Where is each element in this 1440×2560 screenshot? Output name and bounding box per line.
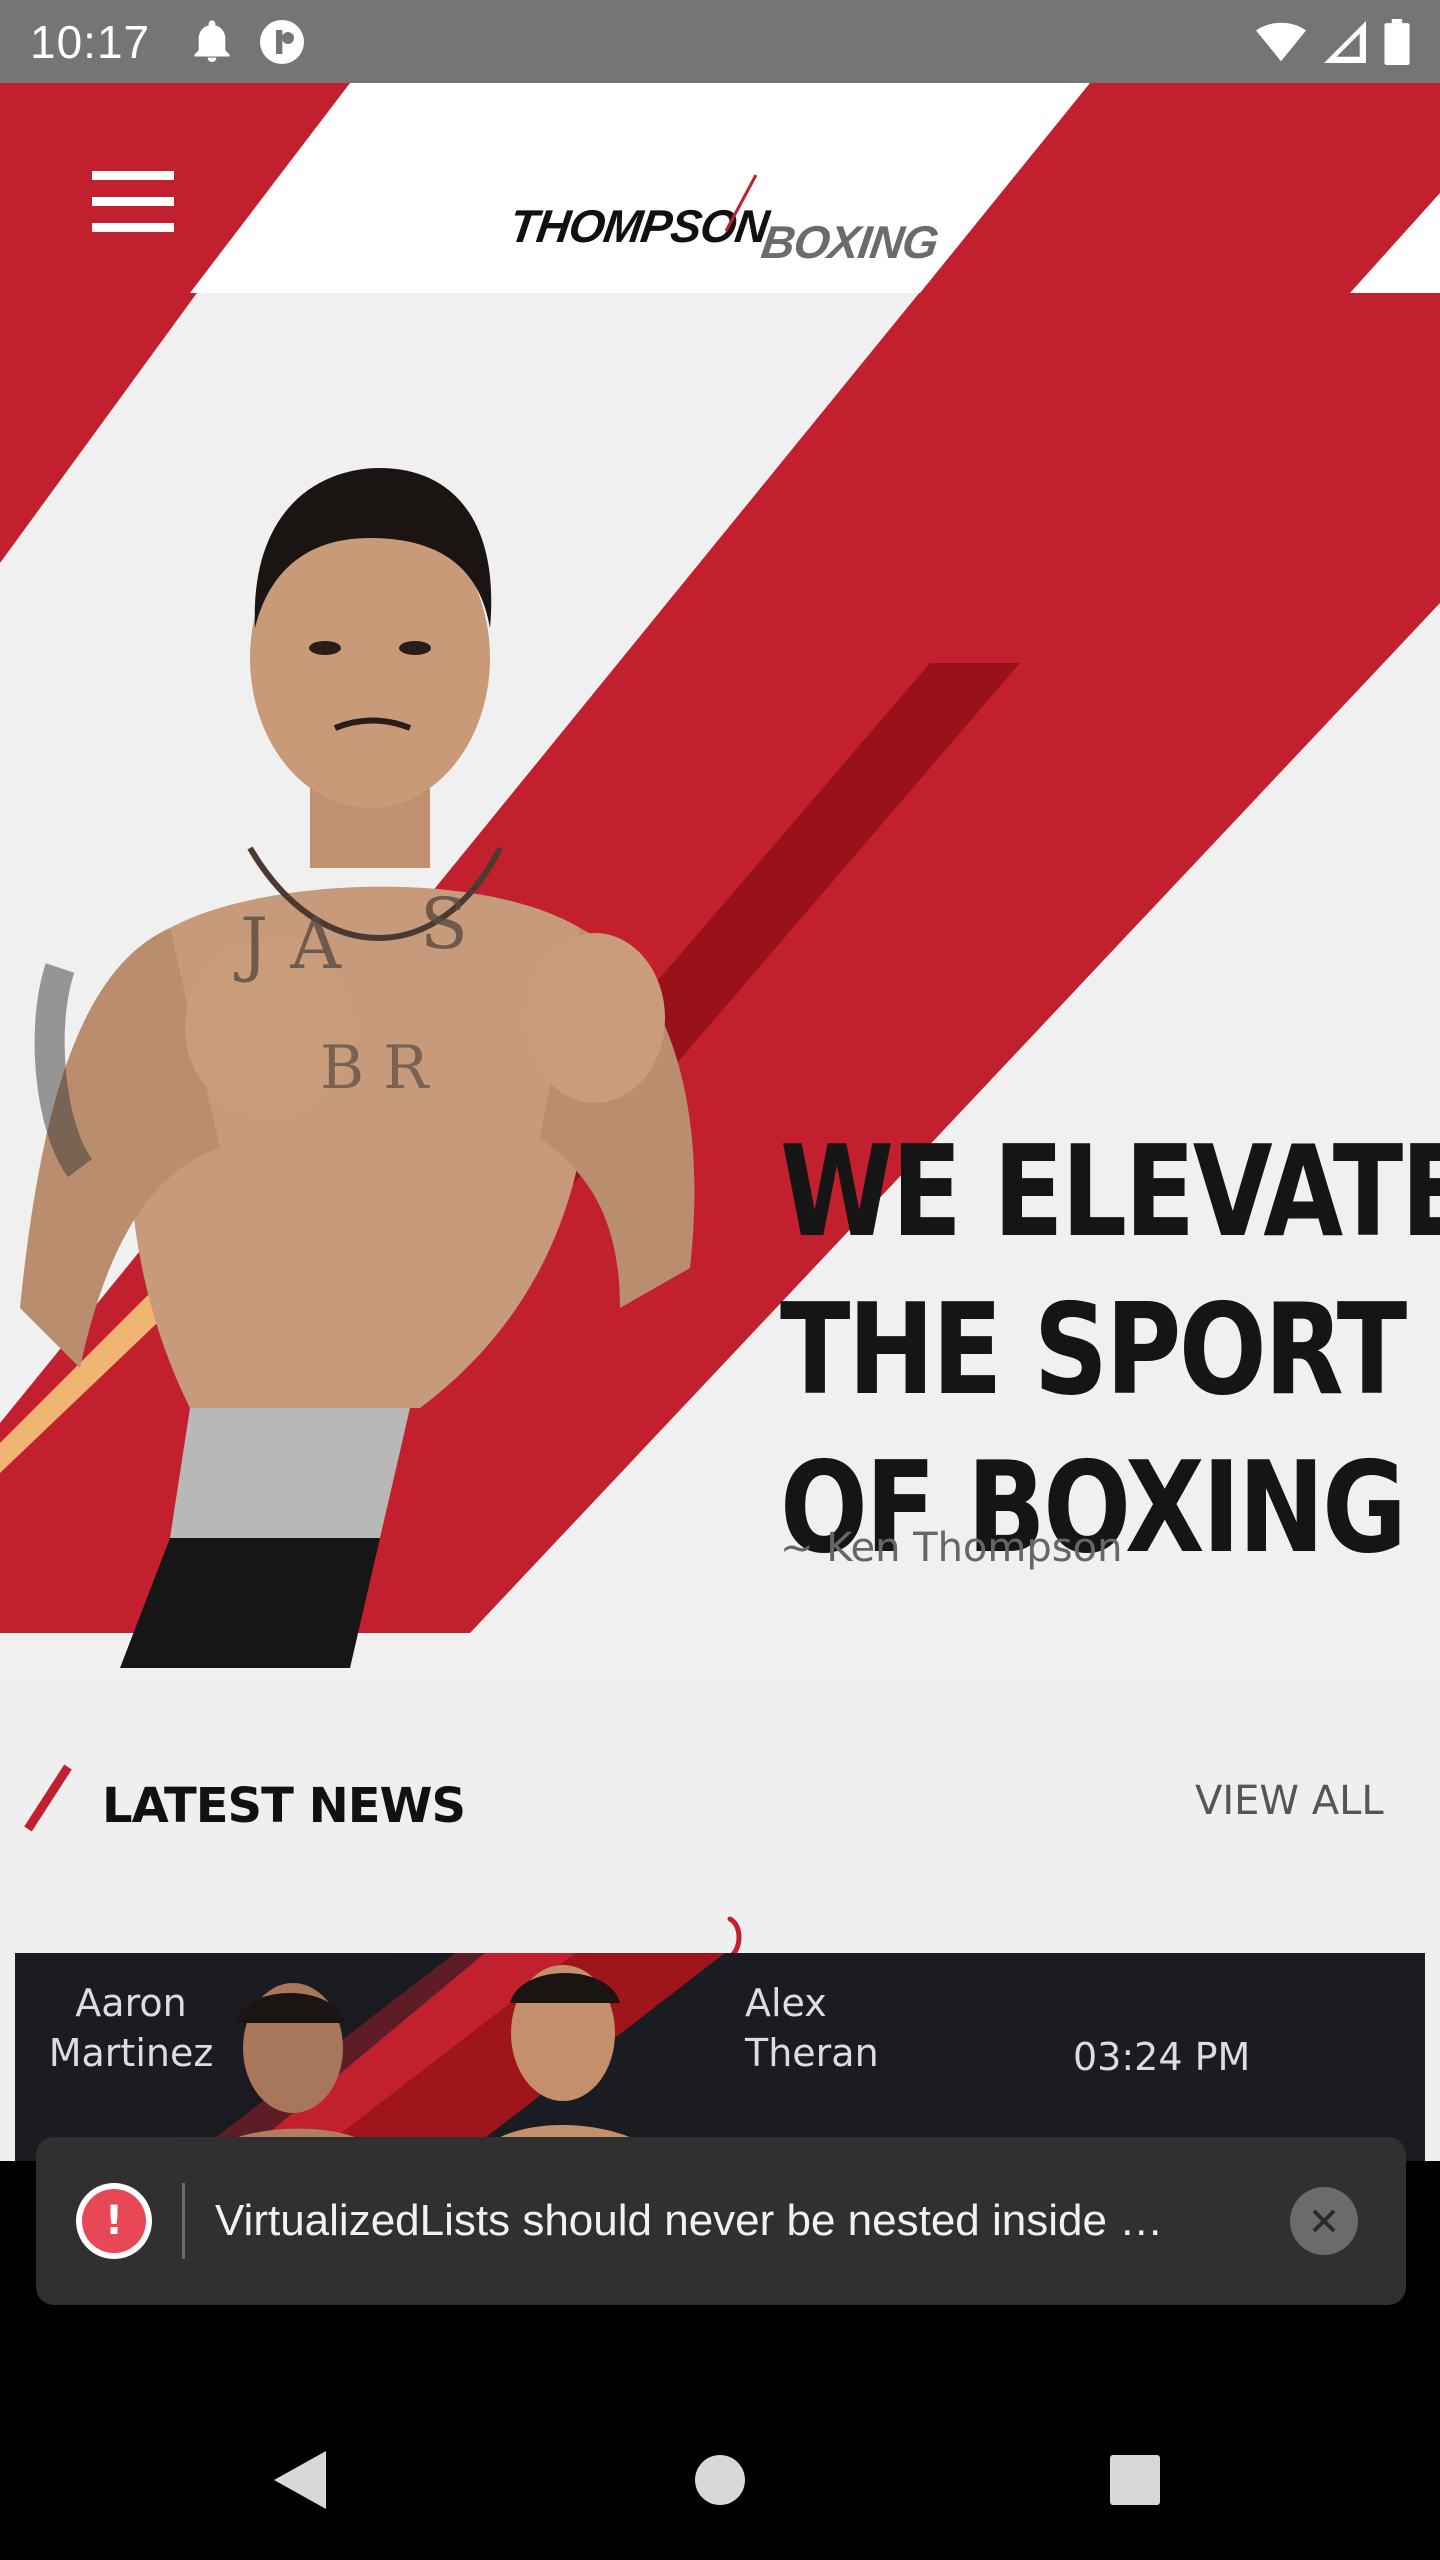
cell-signal-icon [1324, 20, 1366, 63]
status-time: 10:17 [30, 15, 151, 68]
battery-icon [1384, 18, 1410, 65]
boxer-photo: J A S B R [20, 468, 695, 1668]
fighter-left-name: Aaron Martinez [41, 1978, 221, 2078]
fighter-left-last: Martinez [48, 2031, 214, 2075]
system-nav-bar [0, 2400, 1440, 2560]
home-circle-icon[interactable] [693, 2445, 747, 2515]
fighter-right-first: Alex [745, 1981, 827, 2025]
alert-symbol: ! [82, 2189, 146, 2253]
status-bar: 10:17 [0, 0, 1440, 83]
view-all-link[interactable]: VIEW ALL [1195, 1778, 1384, 1824]
app-header: THOMPSON BOXING [0, 83, 1440, 293]
quote-author: ~ Ken Thompson [780, 1525, 1123, 1571]
next-combat-card[interactable]: Aaron Martinez Alex Theran 03:24 PM NEXT… [15, 1953, 1425, 2161]
screen: 10:17 J A S B R WE ELEVATE THE SPORT OF … [0, 0, 1440, 2560]
toast-message: VirtualizedLists should never be nested … [215, 2196, 1164, 2245]
status-left-icons [192, 18, 306, 66]
bell-icon [194, 19, 230, 62]
hamburger-menu-icon[interactable] [92, 171, 178, 233]
error-toast[interactable]: ! VirtualizedLists should never be neste… [36, 2137, 1406, 2305]
logo-boxing-text: BOXING [758, 216, 941, 268]
hero-headline: WE ELEVATE THE SPORT OF BOXING [780, 1113, 1440, 1587]
svg-text:S: S [420, 883, 468, 965]
combat-time: 03:24 PM [1073, 2035, 1251, 2079]
app-content: J A S B R WE ELEVATE THE SPORT OF BOXING… [0, 83, 1440, 2161]
back-triangle-icon[interactable] [270, 2445, 330, 2515]
news-slash-icon [24, 1764, 72, 1832]
fighter-right-name: Alex Theran [745, 1978, 879, 2078]
fighter-left-first: Aaron [75, 1981, 187, 2025]
status-right-icons [1256, 18, 1410, 65]
latest-news-section: LATEST NEWS VIEW ALL [0, 1683, 1440, 1834]
logo-slash-icon [724, 174, 758, 232]
thompson-boxing-logo[interactable]: THOMPSON BOXING [506, 174, 941, 268]
svg-text:J A: J A [234, 903, 342, 985]
headline-line-2: THE SPORT [780, 1276, 1407, 1423]
svg-text:B R: B R [320, 1033, 430, 1103]
fighter-right-last: Theran [745, 2031, 879, 2075]
latest-news-title: LATEST NEWS [102, 1778, 466, 1834]
close-icon[interactable] [1290, 2187, 1358, 2255]
headline-line-1: WE ELEVATE [780, 1118, 1440, 1265]
app-notification-icon [260, 19, 305, 64]
hero-banner: J A S B R WE ELEVATE THE SPORT OF BOXING… [0, 293, 1440, 1683]
recents-square-icon[interactable] [1108, 2445, 1162, 2515]
wifi-icon [1256, 22, 1306, 61]
toast-divider [182, 2183, 185, 2259]
alert-icon: ! [76, 2183, 152, 2259]
